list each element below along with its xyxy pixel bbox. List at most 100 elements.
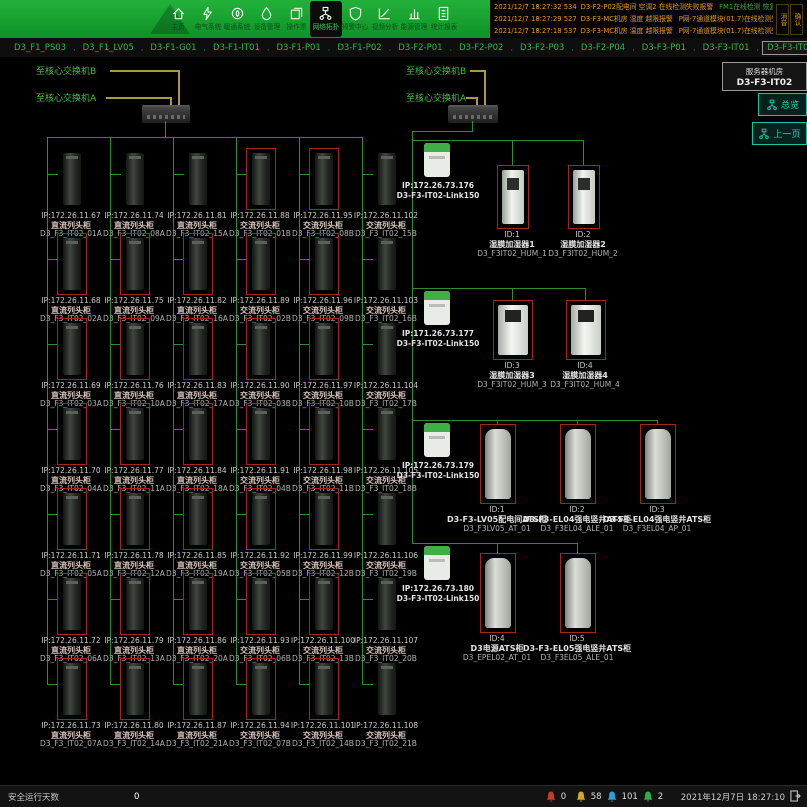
alarm-row[interactable]: 2021/12/7 18:27:29 527D3-F3-MC机房 湿度 越限报警… bbox=[494, 13, 773, 25]
nav-item-shield[interactable]: 预警中心 bbox=[339, 1, 371, 37]
nav-item-video[interactable]: 视频分析 bbox=[369, 1, 401, 37]
tab-D3-F3-IT01[interactable]: D3-F3-IT01 bbox=[699, 42, 754, 54]
device-node-D3_F3_IT02_20B[interactable] bbox=[372, 573, 402, 635]
device-node-D3_F3_IT02_15B[interactable] bbox=[372, 148, 402, 210]
tab-D3-F1-G01[interactable]: D3-F1-G01 bbox=[146, 42, 200, 54]
device-node-D3_F3_IT02_07B[interactable] bbox=[246, 658, 276, 720]
device-node-D3_F3_IT02_20A[interactable] bbox=[183, 573, 213, 635]
tab-D3-F2-P01[interactable]: D3-F2-P01 bbox=[394, 42, 446, 54]
device-node-D3_F3_IT02_16A[interactable] bbox=[183, 233, 213, 295]
device-node-D3_F3_IT02_11A[interactable] bbox=[120, 403, 150, 465]
device-node-D3_F3_IT02_08A[interactable] bbox=[120, 148, 150, 210]
nav-item-network[interactable]: 网络拓扑 bbox=[310, 1, 342, 37]
device-node-D3_F3_IT02_09A[interactable] bbox=[120, 233, 150, 295]
device-node-D3_F3_IT02_09B[interactable] bbox=[309, 233, 339, 295]
device-node-D3_F3_IT02_12B[interactable] bbox=[309, 488, 339, 550]
alarm-row[interactable]: 2021/12/7 18:27:18 537D3-F3-MC机房 温度 越限报警… bbox=[494, 25, 773, 37]
device-node-D3_F3_IT02_06A[interactable] bbox=[57, 573, 87, 635]
alarm-row[interactable]: 2021/12/7 18:27:32 534D3-F2-P02配电间 空调2 在… bbox=[494, 1, 773, 13]
cabinet-icon bbox=[126, 578, 144, 630]
device-node-D3_F3_IT02_16B[interactable] bbox=[372, 233, 402, 295]
device-node-D3_F3_IT02_05B[interactable] bbox=[246, 488, 276, 550]
tab-D3_F1_LV05[interactable]: D3_F1_LV05 bbox=[79, 42, 138, 54]
device-node-D3_F3_IT02_19B[interactable] bbox=[372, 488, 402, 550]
device-ip: IP:172.26.11.90 bbox=[230, 381, 289, 390]
bolt-icon bbox=[200, 6, 215, 21]
tab-D3-F3-IT02[interactable]: D3-F3-IT02 bbox=[762, 41, 807, 55]
device-node-D3_F3_IT02_08B[interactable] bbox=[309, 148, 339, 210]
device-node-D3_F3IT02_HUM_2[interactable] bbox=[568, 165, 600, 229]
device-node-D3_F3_IT02_05A[interactable] bbox=[57, 488, 87, 550]
device-node-D3_F3LV05_AT_01[interactable] bbox=[480, 424, 516, 504]
device-node-D3_F3EL04_AP_01[interactable] bbox=[640, 424, 676, 504]
equipment-icon bbox=[571, 305, 601, 355]
tab-D3-F2-P03[interactable]: D3-F2-P03 bbox=[516, 42, 568, 54]
tab-D3_F1_PS03[interactable]: D3_F1_PS03 bbox=[10, 42, 70, 54]
gateway-D3-F3-IT02-Link150[interactable] bbox=[424, 546, 450, 580]
device-node-D3_F3_IT02_01A[interactable] bbox=[57, 148, 87, 210]
nav-label: 视频分析 bbox=[371, 22, 398, 32]
device-ip: IP:172.26.11.106 bbox=[354, 551, 418, 560]
device-node-D3_F3_IT02_10A[interactable] bbox=[120, 318, 150, 380]
nav-item-hvac[interactable]: 暖通系统 bbox=[221, 1, 253, 37]
device-node-D3_F3_IT02_02A[interactable] bbox=[57, 233, 87, 295]
nav-item-bolt[interactable]: 电气系统 bbox=[192, 1, 224, 37]
device-node-D3_F3IT02_HUM_4[interactable] bbox=[566, 300, 606, 360]
gateway-D3-F3-IT02-Link150[interactable] bbox=[424, 143, 450, 177]
alarm-side-button[interactable]: 确认 bbox=[790, 4, 803, 35]
device-node-D3_F3_IT02_15A[interactable] bbox=[183, 148, 213, 210]
nav-item-home[interactable]: 主页 bbox=[162, 1, 194, 37]
device-node-D3_F3_IT02_07A[interactable] bbox=[57, 658, 87, 720]
tab-separator: , bbox=[73, 43, 76, 52]
device-node-D3_F3_IT02_13A[interactable] bbox=[120, 573, 150, 635]
left-access-switch[interactable] bbox=[142, 105, 190, 123]
device-id: ID:2 bbox=[569, 505, 584, 514]
previous-page-button[interactable]: 上一页 bbox=[752, 122, 807, 145]
device-node-D3_F3_IT02_19A[interactable] bbox=[183, 488, 213, 550]
overview-button[interactable]: 总览 bbox=[758, 93, 807, 116]
gateway-D3-F3-IT02-Link150[interactable] bbox=[424, 423, 450, 457]
exit-icon[interactable] bbox=[790, 790, 801, 805]
device-node-D3_EPEL02_AT_01[interactable] bbox=[480, 553, 516, 633]
device-node-D3_F3EL05_ALE_01[interactable] bbox=[560, 553, 596, 633]
device-node-D3_F3_IT02_17A[interactable] bbox=[183, 318, 213, 380]
tab-D3-F1-P01[interactable]: D3-F1-P01 bbox=[272, 42, 324, 54]
device-node-D3_F3_IT02_11B[interactable] bbox=[309, 403, 339, 465]
top-nav-bar: 主页电气系统暖通系统设备管理操作票网络拓扑预警中心视频分析能源管理统计报表 20… bbox=[0, 0, 807, 38]
tab-D3-F3-P01[interactable]: D3-F3-P01 bbox=[638, 42, 690, 54]
device-node-D3_F3EL04_ALE_01[interactable] bbox=[560, 424, 596, 504]
gateway-D3-F3-IT02-Link150[interactable] bbox=[424, 291, 450, 325]
tab-D3-F2-P04[interactable]: D3-F2-P04 bbox=[577, 42, 629, 54]
nav-item-energy[interactable]: 能源管理 bbox=[398, 1, 430, 37]
device-node-D3_F3_IT02_18A[interactable] bbox=[183, 403, 213, 465]
device-node-D3_F3_IT02_14A[interactable] bbox=[120, 658, 150, 720]
device-node-D3_F3_IT02_13B[interactable] bbox=[309, 573, 339, 635]
cabinet-icon bbox=[315, 493, 333, 545]
alarm-side-button[interactable]: 消音 bbox=[776, 4, 789, 35]
nav-item-report[interactable]: 统计报表 bbox=[428, 1, 460, 37]
nav-item-device[interactable]: 设备管理 bbox=[251, 1, 283, 37]
device-node-D3_F3_IT02_02B[interactable] bbox=[246, 233, 276, 295]
device-node-D3_F3IT02_HUM_1[interactable] bbox=[497, 165, 529, 229]
nav-item-ticket[interactable]: 操作票 bbox=[280, 1, 312, 37]
device-node-D3_F3_IT02_17B[interactable] bbox=[372, 318, 402, 380]
device-node-D3_F3_IT02_21A[interactable] bbox=[183, 658, 213, 720]
tab-D3-F2-P02[interactable]: D3-F2-P02 bbox=[455, 42, 507, 54]
tab-D3-F1-IT01[interactable]: D3-F1-IT01 bbox=[209, 42, 264, 54]
device-node-D3_F3_IT02_01B[interactable] bbox=[246, 148, 276, 210]
device-node-D3_F3_IT02_10B[interactable] bbox=[309, 318, 339, 380]
cabinet-icon bbox=[63, 578, 81, 630]
device-node-D3_F3_IT02_14B[interactable] bbox=[309, 658, 339, 720]
device-node-D3_F3_IT02_04B[interactable] bbox=[246, 403, 276, 465]
device-node-D3_F3_IT02_03A[interactable] bbox=[57, 318, 87, 380]
device-node-D3_F3_IT02_18B[interactable] bbox=[372, 403, 402, 465]
device-node-D3_F3_IT02_12A[interactable] bbox=[120, 488, 150, 550]
tab-D3-F1-P02[interactable]: D3-F1-P02 bbox=[333, 42, 385, 54]
device-node-D3_F3_IT02_04A[interactable] bbox=[57, 403, 87, 465]
device-node-D3_F3IT02_HUM_3[interactable] bbox=[493, 300, 533, 360]
nav-label: 主页 bbox=[171, 22, 184, 32]
device-node-D3_F3_IT02_21B[interactable] bbox=[372, 658, 402, 720]
device-node-D3_F3_IT02_06B[interactable] bbox=[246, 573, 276, 635]
right-access-switch[interactable] bbox=[448, 105, 498, 123]
device-node-D3_F3_IT02_03B[interactable] bbox=[246, 318, 276, 380]
